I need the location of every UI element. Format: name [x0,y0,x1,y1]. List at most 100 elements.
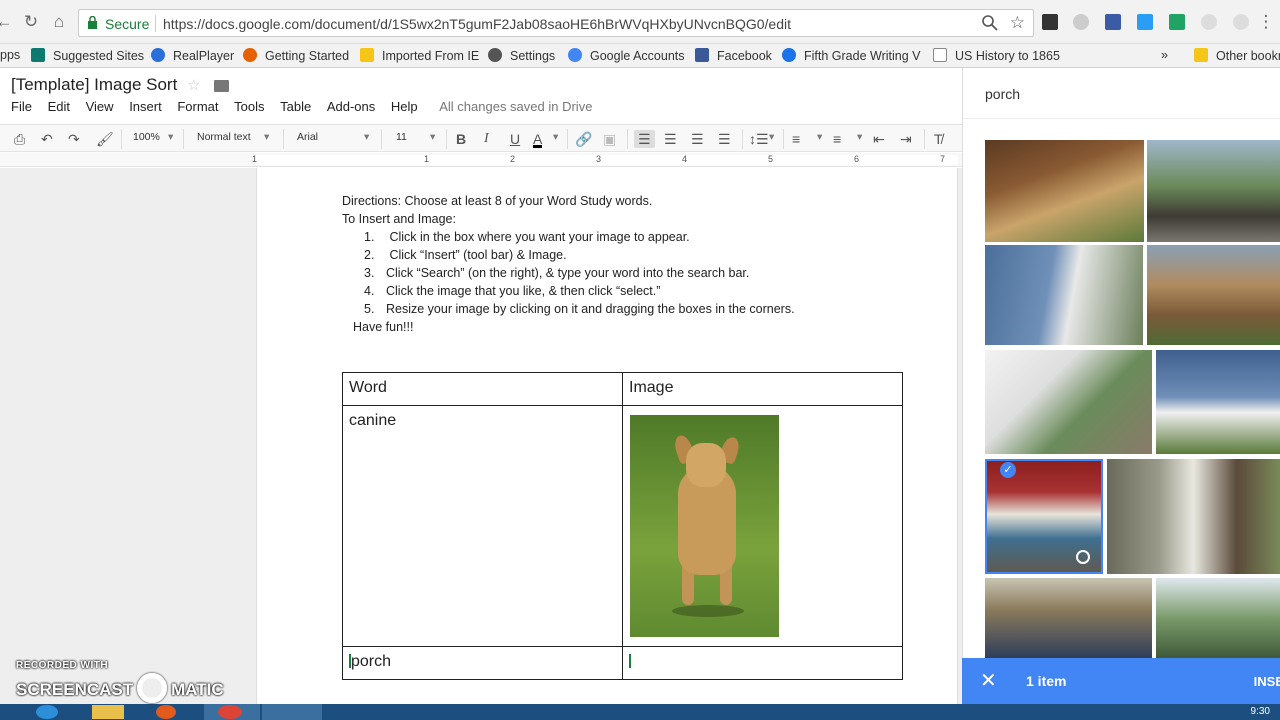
align-center-icon[interactable]: ☰ [664,130,677,148]
align-right-icon[interactable]: ☰ [691,130,704,148]
extension-icon[interactable] [1201,14,1217,30]
bookmark-realplayer[interactable]: RealPlayer [151,48,234,63]
bookmark-settings[interactable]: Settings [488,48,555,63]
search-input[interactable]: porch [985,86,1020,102]
list-item: 4. Click the image that you like, & then … [364,284,661,298]
insert-button[interactable]: INSE [1254,674,1280,689]
bookmark-fifth-grade-writing[interactable]: Fifth Grade Writing V [782,48,920,63]
bookmark-suggested-sites[interactable]: Suggested Sites [31,48,144,63]
menu-addons[interactable]: Add-ons [327,99,375,114]
extension-icon[interactable] [1105,14,1121,30]
table-cell-word[interactable]: porch [342,646,623,680]
font-select[interactable]: Arial [297,131,318,143]
bold-icon[interactable]: B [456,130,466,148]
bookmark-google-accounts[interactable]: Google Accounts [568,48,685,63]
star-icon[interactable]: ☆ [187,76,200,94]
media-player-icon[interactable] [156,705,176,719]
bookmark-star-icon[interactable]: ☆ [1010,13,1025,33]
bookmark-getting-started[interactable]: Getting Started [243,48,349,63]
chevron-down-icon[interactable]: ▾ [264,131,269,143]
comment-icon[interactable]: ▣ [603,130,616,148]
undo-icon[interactable]: ↶ [41,130,53,148]
underline-icon[interactable]: U [510,130,520,148]
chevron-down-icon[interactable]: ▾ [430,131,435,143]
zoom-select[interactable]: 100% [133,131,160,143]
justify-icon[interactable]: ☰ [718,130,731,148]
profile-icon[interactable] [1233,14,1249,30]
taskbar-app-button[interactable] [262,704,322,720]
menu-view[interactable]: View [86,99,114,114]
menu-edit[interactable]: Edit [48,99,70,114]
home-icon[interactable]: ⌂ [49,12,69,32]
chevron-down-icon[interactable]: ▾ [553,131,558,143]
table-cell-word[interactable]: canine [342,405,623,647]
directions-block[interactable]: Directions: Choose at least 8 of your Wo… [342,192,795,336]
chevron-down-icon[interactable]: ▾ [817,131,822,143]
ruler[interactable]: 1 1 2 3 4 5 6 7 [0,153,962,167]
paint-format-icon[interactable]: 🖌 [96,130,114,148]
bookmark-other[interactable]: Other bookr [1194,48,1280,63]
numbered-list-icon[interactable]: ≡ [792,130,800,148]
chevron-down-icon[interactable]: ▾ [769,131,774,143]
search-result-image[interactable] [1147,245,1280,345]
url-text[interactable]: https://docs.google.com/document/d/1S5wx… [163,16,791,32]
extension-icon[interactable] [1137,14,1153,30]
search-result-image[interactable] [985,245,1143,345]
dog-image[interactable] [630,415,779,637]
table-header-image[interactable]: Image [622,372,903,406]
menu-format[interactable]: Format [177,99,218,114]
clear-formatting-icon[interactable]: T̸ [934,130,943,148]
menu-help[interactable]: Help [391,99,418,114]
menu-icon[interactable]: ⋮ [1256,12,1276,32]
text-color-icon[interactable]: A [533,130,543,148]
decrease-indent-icon[interactable]: ⇤ [873,130,885,148]
back-icon[interactable]: ← [0,12,14,32]
line-spacing-icon[interactable]: ↕☰ [749,130,769,148]
bookmark-imported-from-ie[interactable]: Imported From IE [360,48,479,63]
search-result-image[interactable] [985,140,1144,242]
save-status[interactable]: All changes saved in Drive [439,99,592,114]
table-cell-image[interactable] [622,646,903,680]
search-result-image[interactable] [1156,350,1280,454]
style-select[interactable]: Normal text [197,131,251,143]
reload-icon[interactable]: ↻ [21,12,41,32]
menu-tools[interactable]: Tools [234,99,264,114]
folder-icon[interactable] [214,80,229,92]
watermark-brand-left: SCREENCAST [16,680,134,699]
table-header-word[interactable]: Word [342,372,623,406]
ie-icon[interactable] [36,705,58,719]
bookmarks-overflow-chevron[interactable]: » [1161,48,1168,62]
print-icon[interactable]: ⎙ [14,130,25,148]
redo-icon[interactable]: ↷ [68,130,80,148]
link-icon[interactable]: 🔗 [575,130,592,148]
align-left-icon[interactable]: ☰ [634,130,655,148]
extension-icon[interactable] [1073,14,1089,30]
increase-indent-icon[interactable]: ⇥ [900,130,912,148]
bookmark-apps[interactable]: pps [0,48,20,62]
zoom-icon[interactable] [1076,550,1090,564]
bookmark-facebook[interactable]: Facebook [695,48,772,63]
italic-icon[interactable]: I [484,130,489,148]
address-bar[interactable]: Secure https://docs.google.com/document/… [78,9,1034,37]
bulleted-list-icon[interactable]: ≡ [833,130,841,148]
extension-icon[interactable] [1169,14,1185,30]
menu-table[interactable]: Table [280,99,311,114]
search-result-image[interactable] [1147,140,1280,242]
document-title[interactable]: [Template] Image Sort [11,75,177,95]
menu-insert[interactable]: Insert [129,99,162,114]
search-result-image[interactable] [985,578,1152,658]
folder-icon[interactable] [92,705,124,719]
chevron-down-icon[interactable]: ▾ [857,131,862,143]
table-cell-image[interactable] [622,405,903,647]
search-result-image[interactable] [1107,459,1280,574]
chevron-down-icon[interactable]: ▾ [364,131,369,143]
search-result-image[interactable] [985,350,1152,454]
extension-icon[interactable] [1042,14,1058,30]
bookmark-us-history[interactable]: US History to 1865 [933,48,1060,63]
search-result-image[interactable] [1156,578,1280,658]
font-size-select[interactable]: 11 [396,131,407,143]
menu-file[interactable]: File [11,99,32,114]
close-icon[interactable]: ✕ [980,668,997,693]
chevron-down-icon[interactable]: ▾ [168,131,173,143]
zoom-icon[interactable] [981,14,999,32]
